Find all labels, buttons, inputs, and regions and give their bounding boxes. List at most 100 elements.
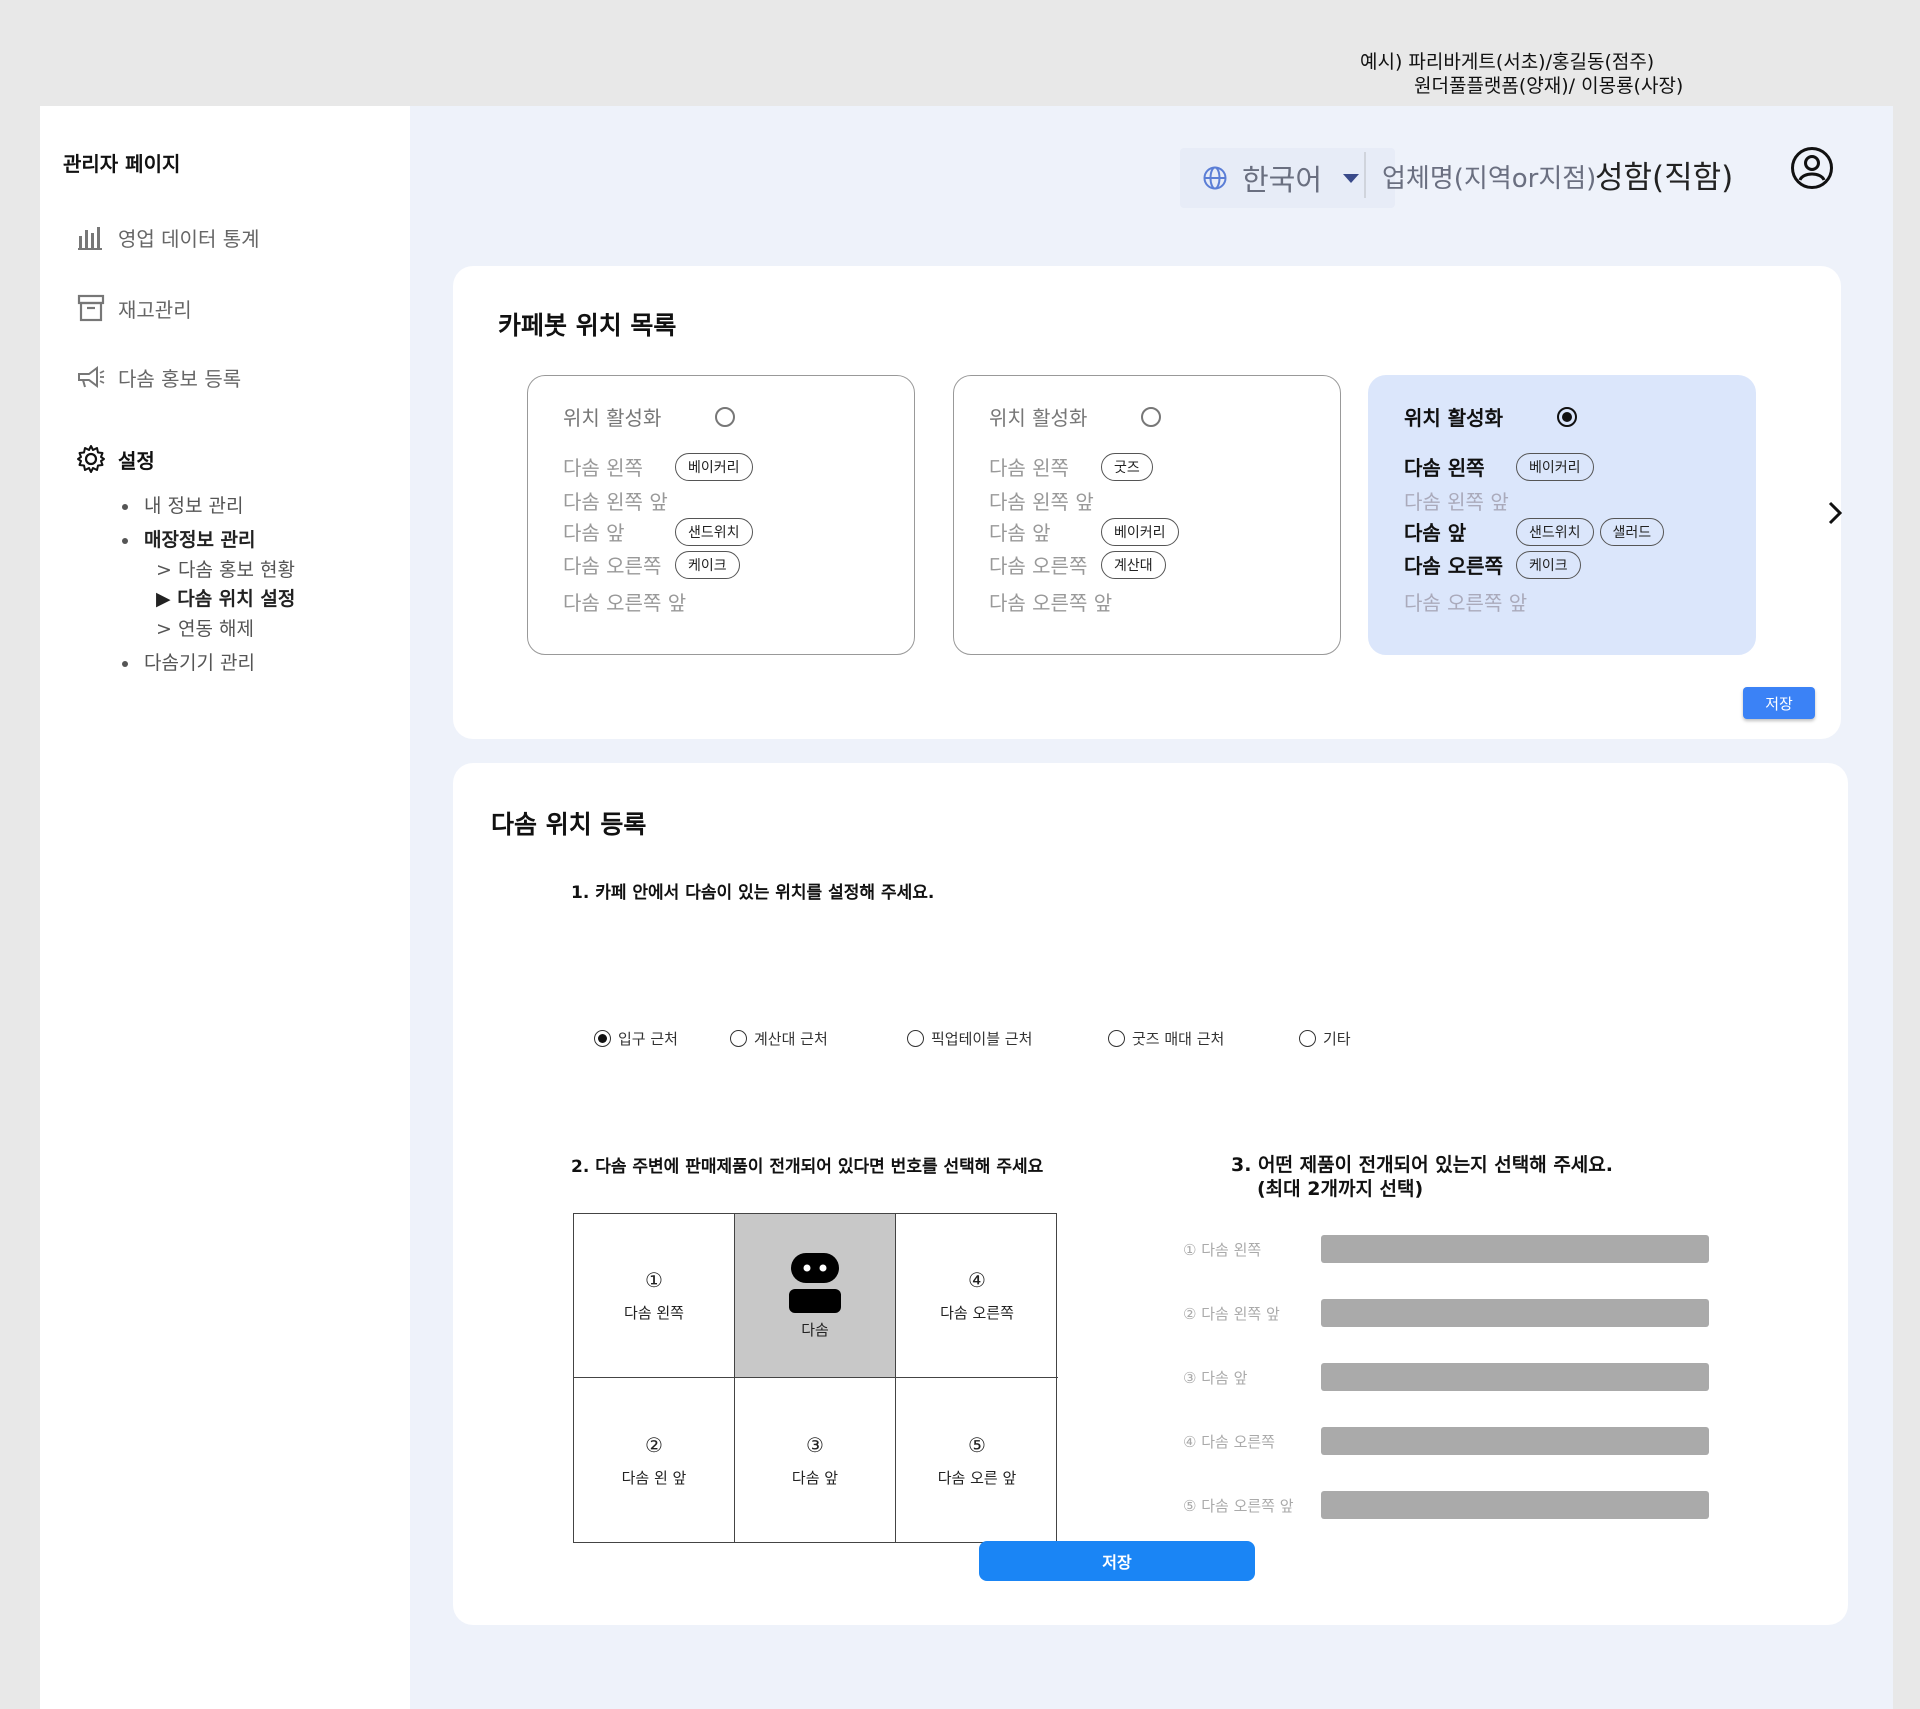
- settings-device-mgmt-label: 다솜기기 관리: [144, 652, 255, 674]
- option-radio[interactable]: [907, 1030, 924, 1047]
- settings-store-info[interactable]: 매장정보 관리: [122, 525, 256, 552]
- sidebar-item-label: 다솜 홍보 등록: [118, 366, 242, 391]
- location-list-title: 카페봇 위치 목록: [498, 311, 677, 340]
- question-3-line-1: 3. 어떤 제품이 전개되어 있는지 선택해 주세요.: [1231, 1154, 1613, 1176]
- location-row: 다솜 오른쪽 계산대: [989, 550, 1172, 579]
- row-label: 다솜 오른쪽: [989, 554, 1088, 578]
- activate-label: 위치 활성화: [1404, 406, 1503, 430]
- product-select[interactable]: [1321, 1427, 1709, 1455]
- grid-cell-right[interactable]: ④ 다솜 오른쪽: [896, 1214, 1058, 1378]
- q1-option-goods[interactable]: 굿즈 매대 근처: [1108, 1028, 1224, 1049]
- row-label: 다솜 앞: [989, 521, 1051, 545]
- cell-number: ③: [806, 1432, 824, 1457]
- language-selector[interactable]: 한국어: [1180, 148, 1395, 208]
- bullet-icon: [122, 537, 128, 544]
- product-chip: 샐러드: [1599, 517, 1665, 546]
- q1-option-other[interactable]: 기타: [1299, 1028, 1351, 1049]
- location-row: 다솜 오른쪽 앞: [989, 587, 1112, 616]
- option-label: 픽업테이블 근처: [931, 1030, 1033, 1048]
- cell-label: 다솜 앞: [791, 1468, 839, 1487]
- user-name: 성함(직함): [1595, 160, 1734, 196]
- location-card-header: 위치 활성화: [1404, 402, 1577, 431]
- sidebar-item-promo[interactable]: 다솜 홍보 등록: [76, 362, 241, 392]
- product-chip: 케이크: [675, 550, 740, 579]
- product-select[interactable]: [1321, 1363, 1709, 1391]
- sidebar-item-inventory[interactable]: 재고관리: [76, 293, 192, 323]
- note-line-2: 원더풀플랫폼(양재)/ 이몽룡(사장): [1414, 75, 1684, 97]
- option-label: 기타: [1323, 1030, 1351, 1048]
- registration-title: 다솜 위치 등록: [491, 810, 647, 839]
- settings-unlink[interactable]: > 연동 해제: [156, 614, 254, 641]
- settings-location-setting[interactable]: ▶ 다솜 위치 설정: [156, 584, 295, 611]
- example-note: 예시) 파리바게트(서초)/홍길동(점주) 원더풀플랫폼(양재)/ 이몽룡(사장…: [1360, 50, 1683, 98]
- save-button[interactable]: 저장: [1743, 687, 1815, 719]
- sidebar: 관리자 페이지 영업 데이터 통계 재고관리 다솜 홍보 등록 설정 내 정보 …: [40, 106, 410, 1709]
- product-select[interactable]: [1321, 1491, 1709, 1519]
- sidebar-item-sales-stats[interactable]: 영업 데이터 통계: [76, 222, 260, 252]
- user-avatar-icon[interactable]: [1790, 146, 1834, 190]
- location-card-header: 위치 활성화: [989, 402, 1162, 431]
- option-radio[interactable]: [730, 1030, 747, 1047]
- settings-store-info-label: 매장정보 관리: [144, 529, 256, 551]
- product-chip: 샌드위치: [675, 517, 753, 546]
- location-row: 다솜 앞 베이커리: [989, 517, 1185, 546]
- chevron-right-icon[interactable]: [1823, 498, 1847, 528]
- cell-number: ②: [645, 1432, 663, 1457]
- location-row: 다솜 오른쪽 앞: [563, 587, 686, 616]
- save-button[interactable]: 저장: [979, 1541, 1255, 1581]
- sidebar-title: 관리자 페이지: [63, 152, 181, 176]
- question-3-line-2: (최대 2개까지 선택): [1257, 1178, 1424, 1200]
- product-chip: 굿즈: [1101, 452, 1153, 481]
- cell-label: 다솜 왼쪽: [624, 1304, 684, 1322]
- grid-cell-front[interactable]: ③ 다솜 앞: [735, 1378, 896, 1542]
- option-radio[interactable]: [594, 1030, 611, 1047]
- grid-cell-right-front[interactable]: ⑤ 다솜 오른 앞: [896, 1378, 1058, 1542]
- settings-promo-status[interactable]: > 다솜 홍보 현황: [156, 555, 295, 582]
- row-label: 다솜 왼쪽 앞: [1404, 490, 1509, 514]
- activate-radio[interactable]: [715, 406, 736, 427]
- grid-cell-left[interactable]: ① 다솜 왼쪽: [574, 1214, 735, 1378]
- activate-radio[interactable]: [1141, 406, 1162, 427]
- grid-cell-left-front[interactable]: ② 다솜 왼 앞: [574, 1378, 735, 1542]
- location-row: 다솜 오른쪽 케이크: [563, 550, 746, 579]
- cell-number: ⑤: [968, 1432, 986, 1457]
- settings-my-info-label: 내 정보 관리: [144, 495, 244, 517]
- location-list-card: 카페봇 위치 목록 위치 활성화 다솜 왼쪽 베이커리 다솜 왼쪽 앞 다솜 앞샌…: [453, 266, 1843, 739]
- q1-option-entrance[interactable]: 입구 근처: [594, 1028, 678, 1049]
- row-label: 다솜 왼쪽: [563, 456, 643, 480]
- row-label: 다솜 오른쪽 앞: [1404, 591, 1528, 615]
- product-select-row: ② 다솜 왼쪽 앞: [1183, 1299, 1709, 1327]
- product-select-row: ⑤ 다솜 오른쪽 앞: [1183, 1491, 1709, 1519]
- option-radio[interactable]: [1299, 1030, 1316, 1047]
- location-row: 다솜 오른쪽 앞: [1404, 587, 1527, 616]
- cell-number: ①: [645, 1268, 663, 1292]
- settings-device-mgmt[interactable]: 다솜기기 관리: [122, 648, 255, 675]
- cell-label: 다솜 오른 앞: [937, 1468, 1017, 1487]
- location-registration-card: 다솜 위치 등록 1. 카페 안에서 다솜이 있는 위치를 설정해 주세요. 입…: [453, 763, 1848, 1625]
- question-3: 3. 어떤 제품이 전개되어 있는지 선택해 주세요. (최대 2개까지 선택): [1231, 1153, 1613, 1201]
- q1-option-counter[interactable]: 계산대 근처: [730, 1028, 828, 1049]
- sidebar-item-settings[interactable]: 설정: [76, 444, 155, 474]
- location-card-header: 위치 활성화: [563, 402, 736, 431]
- activate-label: 위치 활성화: [563, 406, 662, 430]
- product-select[interactable]: [1321, 1235, 1709, 1263]
- row-label: ③ 다솜 앞: [1183, 1368, 1248, 1387]
- company-name: 업체명(지역or지점): [1382, 164, 1597, 194]
- product-select[interactable]: [1321, 1299, 1709, 1327]
- option-radio[interactable]: [1108, 1030, 1125, 1047]
- product-select-row: ① 다솜 왼쪽: [1183, 1235, 1709, 1263]
- location-card-3[interactable]: 위치 활성화 다솜 왼쪽 베이커리 다솜 왼쪽 앞 다솜 앞 샌드위치 샐러드 다솜 …: [1368, 375, 1756, 655]
- caret-down-icon: [1343, 174, 1360, 183]
- location-card-1[interactable]: 위치 활성화 다솜 왼쪽 베이커리 다솜 왼쪽 앞 다솜 앞 샌드위치 다솜 오른쪽…: [527, 375, 915, 655]
- product-select-row: ④ 다솜 오른쪽: [1183, 1427, 1709, 1455]
- location-card-2[interactable]: 위치 활성화 다솜 왼쪽 굿즈 다솜 왼쪽 앞 다솜 앞 베이커리 다솜 오른쪽 계산…: [953, 375, 1341, 655]
- settings-my-info[interactable]: 내 정보 관리: [122, 491, 243, 518]
- cell-number: ④: [968, 1268, 986, 1292]
- activate-radio[interactable]: [1556, 406, 1577, 427]
- grid-cell-dasom: 다솜: [735, 1214, 896, 1378]
- row-label: 다솜 왼쪽 앞: [989, 490, 1094, 514]
- activate-label: 위치 활성화: [989, 406, 1088, 430]
- option-label: 계산대 근처: [754, 1030, 828, 1048]
- row-label: ④ 다솜 오른쪽: [1183, 1432, 1275, 1451]
- q1-option-pickup[interactable]: 픽업테이블 근처: [907, 1028, 1032, 1049]
